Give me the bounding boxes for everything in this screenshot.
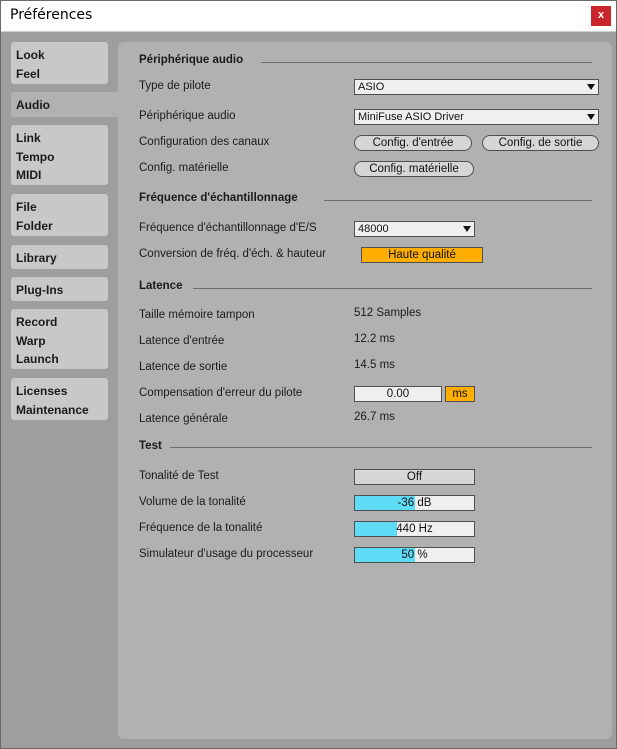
tab-link-tempo-midi[interactable]: Link Tempo MIDI (11, 125, 108, 185)
preferences-window: Préférences x Look Feel Audio Link Tempo… (0, 0, 617, 749)
title-bar: Préférences x (1, 1, 616, 32)
tab-label: Warp (16, 333, 46, 348)
driver-type-value: ASIO (358, 81, 385, 93)
tone-frequency-slider[interactable]: 440 Hz (354, 521, 475, 537)
hardware-config-button[interactable]: Config. matérielle (354, 161, 474, 177)
audio-device-select[interactable]: MiniFuse ASIO Driver (354, 109, 599, 125)
cpu-simulator-label: Simulateur d'usage du processeur (139, 548, 314, 560)
tab-label: Maintenance (16, 402, 89, 417)
tab-label: Launch (16, 352, 59, 366)
io-sample-rate-label: Fréquence d'échantillonnage d'E/S (139, 222, 317, 234)
section-sample-rate-title: Fréquence d'échantillonnage (139, 192, 298, 204)
driver-error-comp-field[interactable]: 0.00 (354, 386, 442, 402)
section-audio-device-title: Périphérique audio (139, 54, 244, 66)
section-divider (324, 200, 592, 201)
tab-label: Library (16, 251, 57, 265)
dropdown-arrow-icon (587, 114, 595, 120)
driver-type-label: Type de pilote (139, 80, 211, 92)
tab-label: Licenses (16, 384, 68, 398)
sr-conversion-label: Conversion de fréq. d'éch. & hauteur (139, 248, 326, 260)
section-divider (261, 62, 592, 63)
tab-label: Feel (16, 66, 41, 81)
output-config-button[interactable]: Config. de sortie (482, 135, 599, 151)
driver-type-select[interactable]: ASIO (354, 79, 599, 95)
dropdown-arrow-icon (587, 84, 595, 90)
cpu-simulator-value: 50 % (401, 549, 428, 561)
tab-label: MIDI (16, 168, 42, 182)
driver-error-comp-label: Compensation d'erreur du pilote (139, 387, 303, 399)
tab-licenses-maintenance[interactable]: Licenses Maintenance (11, 378, 108, 420)
test-tone-label: Tonalité de Test (139, 470, 219, 482)
tab-label: Audio (16, 98, 50, 112)
input-latency-label: Latence d'entrée (139, 335, 225, 347)
overall-latency-label: Latence générale (139, 413, 228, 425)
tone-volume-slider[interactable]: -36 dB (354, 495, 475, 511)
input-latency-value: 12.2 ms (354, 333, 395, 345)
buffer-size-value: 512 Samples (354, 307, 422, 319)
audio-device-label: Périphérique audio (139, 110, 236, 122)
sr-conversion-toggle[interactable]: Haute qualité (361, 247, 483, 263)
close-button[interactable]: x (591, 6, 611, 26)
tone-volume-value: -36 dB (397, 497, 432, 509)
audio-device-value: MiniFuse ASIO Driver (358, 111, 464, 123)
channel-config-label: Configuration des canaux (139, 136, 270, 148)
tone-frequency-value: 440 Hz (396, 523, 433, 535)
test-tone-toggle[interactable]: Off (354, 469, 475, 485)
tone-volume-label: Volume de la tonalité (139, 496, 246, 508)
tab-file-folder[interactable]: File Folder (11, 194, 108, 236)
tab-library[interactable]: Library (11, 245, 108, 269)
tab-label: Look (16, 48, 45, 62)
input-config-button[interactable]: Config. d'entrée (354, 135, 472, 151)
audio-settings-panel: Périphérique audio Type de pilote ASIO P… (118, 42, 612, 739)
dropdown-arrow-icon (463, 226, 471, 232)
tab-look-feel[interactable]: Look Feel (11, 42, 108, 84)
window-title: Préférences (10, 7, 93, 23)
tab-label: File (16, 200, 37, 214)
driver-error-comp-unit: ms (445, 386, 475, 402)
output-latency-value: 14.5 ms (354, 359, 395, 371)
tab-label: Tempo (16, 149, 55, 164)
buffer-size-label: Taille mémoire tampon (139, 309, 255, 321)
section-divider (170, 447, 592, 448)
tab-label: Record (16, 315, 58, 329)
section-latency-title: Latence (139, 280, 183, 292)
slider-fill (355, 522, 397, 536)
io-sample-rate-select[interactable]: 48000 (354, 221, 475, 237)
cpu-simulator-slider[interactable]: 50 % (354, 547, 475, 563)
tab-record-warp-launch[interactable]: Record Warp Launch (11, 309, 108, 369)
tab-label: Folder (16, 218, 53, 233)
output-latency-label: Latence de sortie (139, 361, 228, 373)
tab-label: Plug-Ins (16, 283, 64, 297)
io-sample-rate-value: 48000 (358, 223, 389, 235)
hardware-config-label: Config. matérielle (139, 162, 229, 174)
section-test-title: Test (139, 440, 162, 452)
tab-audio[interactable]: Audio (11, 92, 119, 117)
section-divider (193, 288, 592, 289)
overall-latency-value: 26.7 ms (354, 411, 395, 423)
tab-plug-ins[interactable]: Plug-Ins (11, 277, 108, 301)
tab-label: Link (16, 131, 41, 145)
tone-frequency-label: Fréquence de la tonalité (139, 522, 263, 534)
